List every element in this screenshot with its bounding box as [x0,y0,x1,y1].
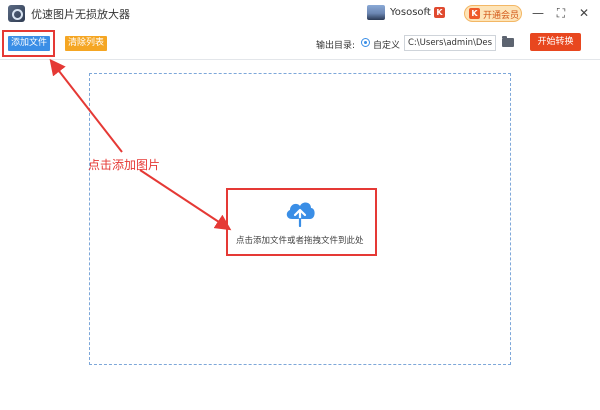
folder-icon[interactable] [502,36,514,47]
output-path-input[interactable] [404,35,496,51]
vip-button[interactable]: K 开通会员 [464,5,522,22]
start-convert-button[interactable]: 开始转换 [530,33,581,51]
highlight-drop-center [226,188,377,256]
vip-label: 开通会员 [483,11,520,21]
app-logo-icon [8,5,25,22]
maximize-button[interactable]: ⛶ [553,4,569,22]
toolbar: 添加文件 清除列表 输出目录: 自定义 开始转换 [0,28,600,58]
annotation-text: 点击添加图片 [88,158,161,172]
custom-label[interactable]: 自定义 [373,38,400,51]
brand-badge-icon: K [434,7,445,18]
output-dir-label: 输出目录: [316,41,356,51]
app-title: 优速图片无损放大器 [31,8,130,21]
toolbar-divider [0,59,600,60]
close-button[interactable]: ✕ [576,4,592,22]
title-bar: 优速图片无损放大器 Yososoft ⌵ K K 开通会员 — ⛶ ✕ [0,0,600,27]
user-avatar-icon[interactable] [367,5,385,20]
chevron-down-icon[interactable]: ⌵ [424,6,431,16]
minimize-button[interactable]: — [530,4,546,22]
clear-list-button[interactable]: 清除列表 [65,36,107,51]
custom-radio[interactable] [361,38,370,47]
vip-icon: K [469,8,480,19]
highlight-add-file [2,30,55,57]
